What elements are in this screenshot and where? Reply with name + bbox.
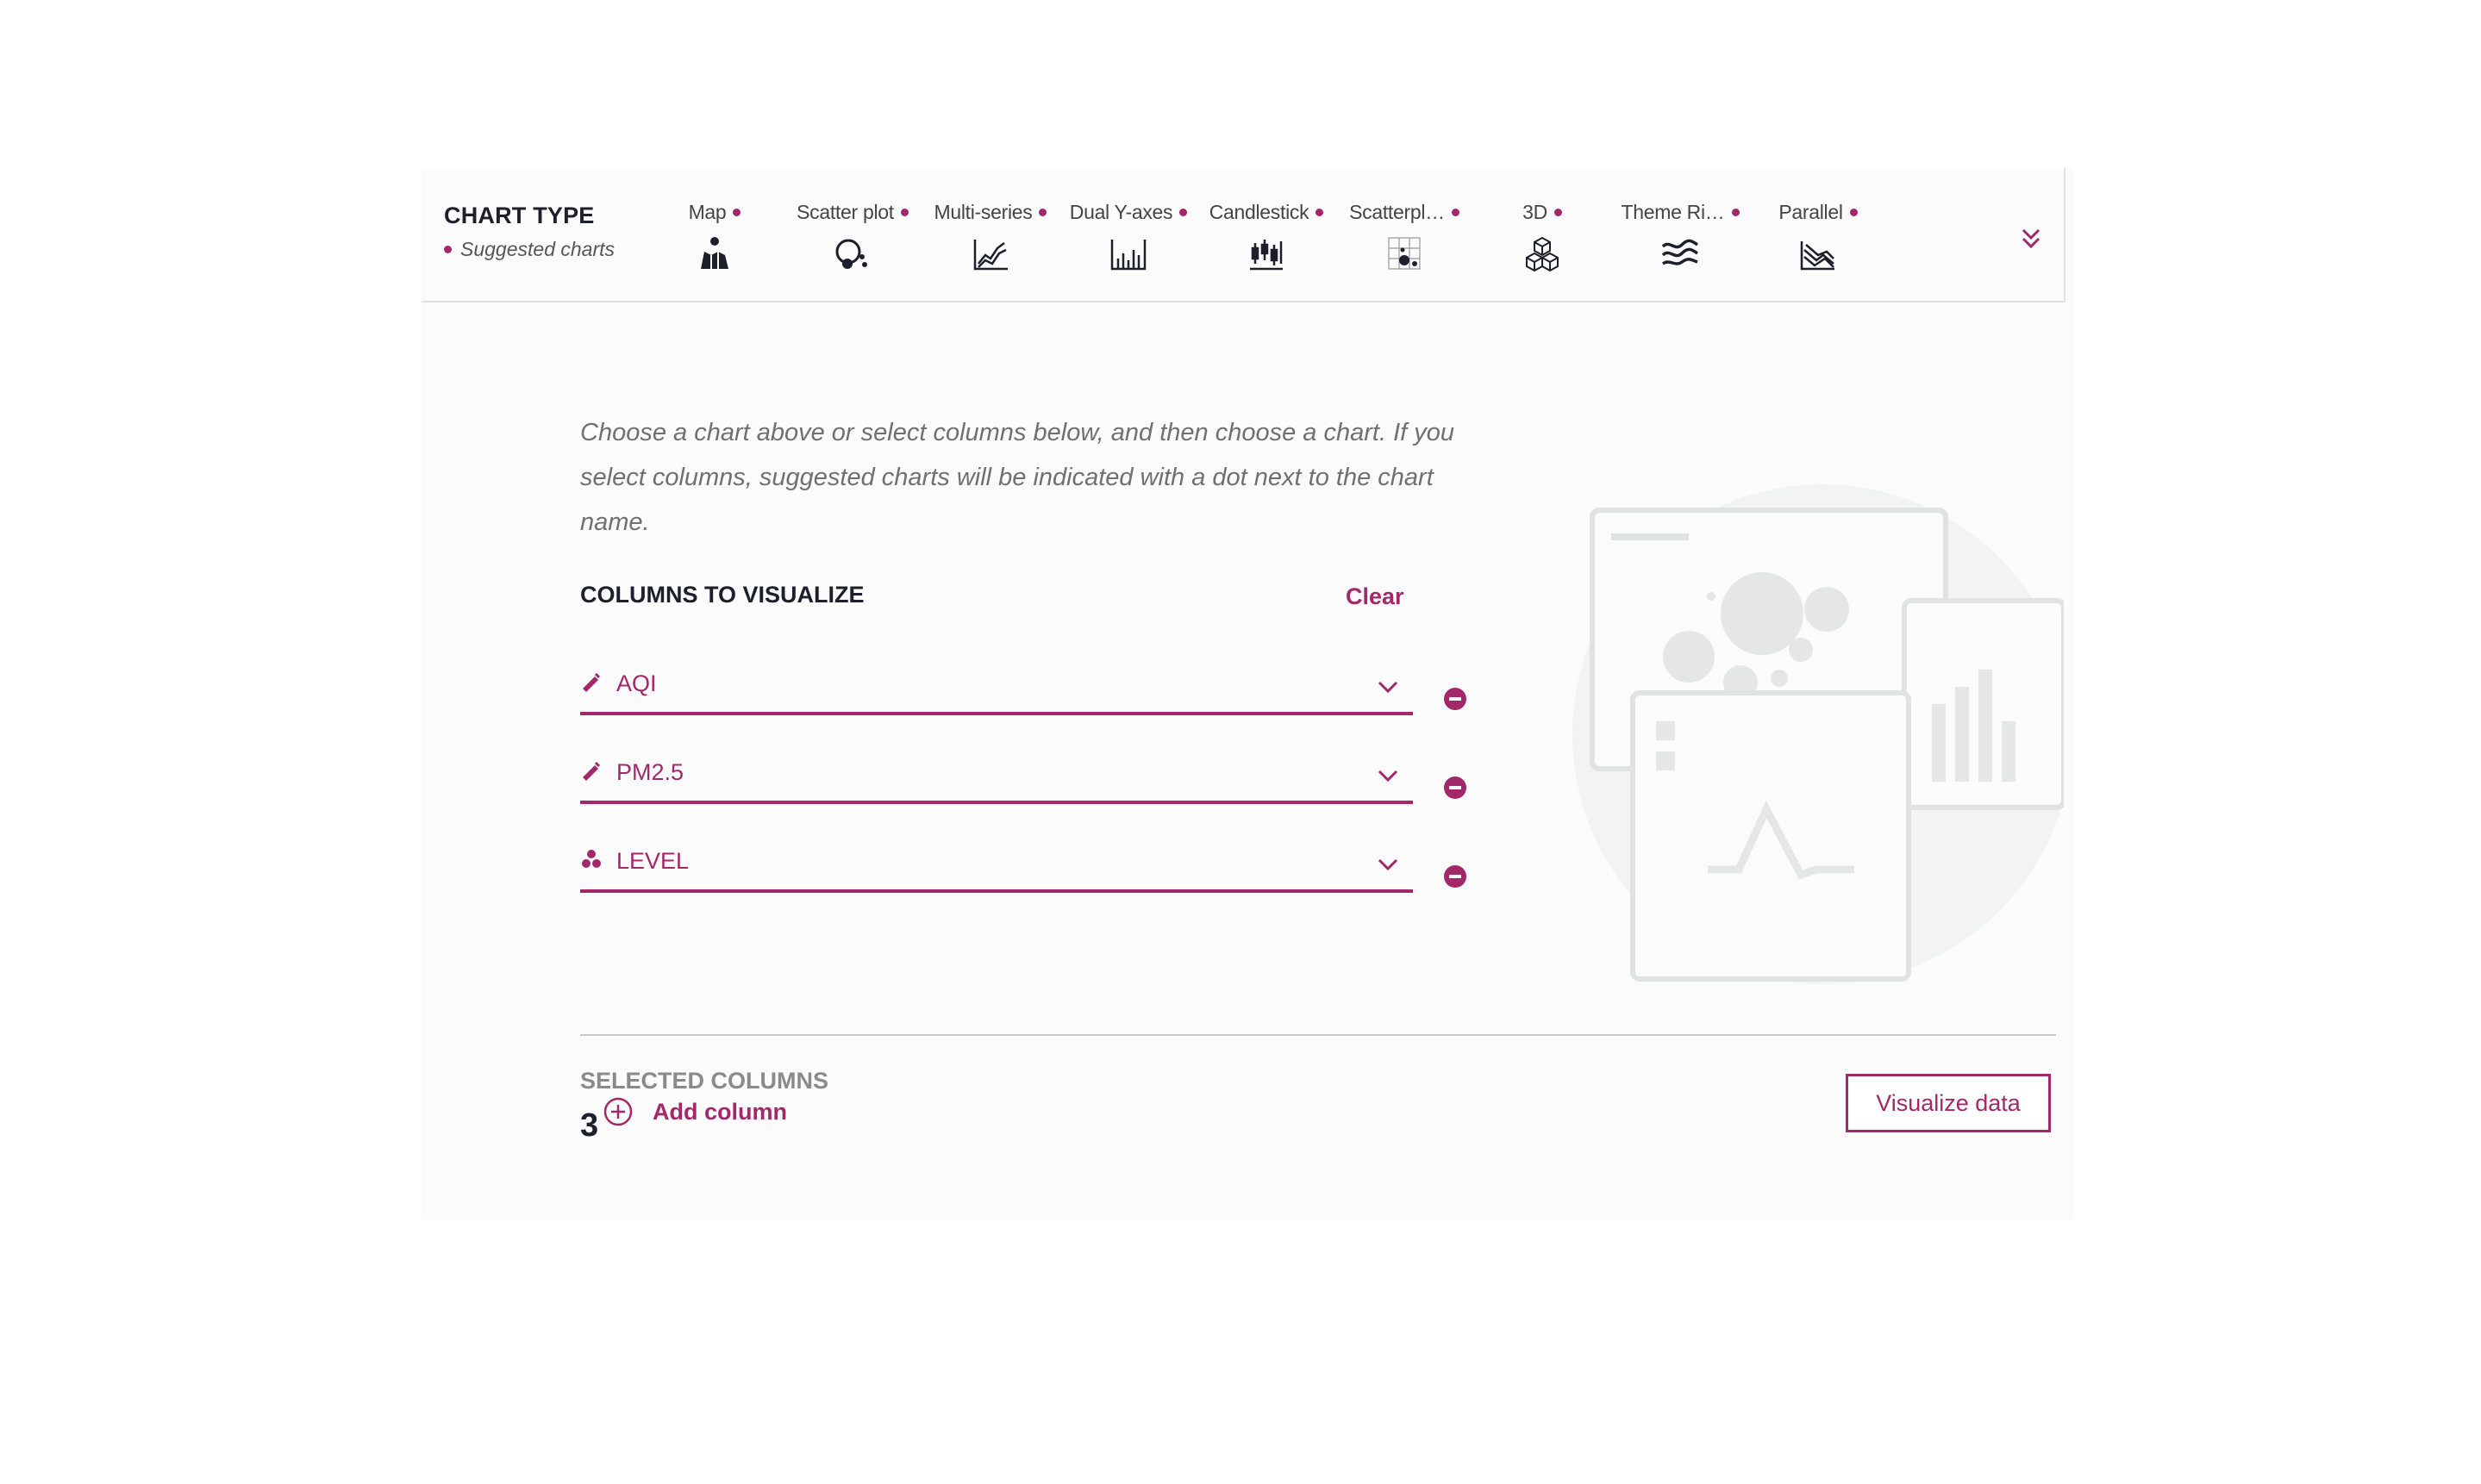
add-column-label: Add column <box>653 1098 787 1125</box>
multi-series-icon <box>972 234 1009 272</box>
column-select[interactable]: AQI <box>580 662 1413 715</box>
clear-button[interactable]: Clear <box>1346 583 1404 610</box>
parallel-icon <box>1799 234 1837 272</box>
suggested-charts-label: Suggested charts <box>460 238 616 260</box>
remove-column-icon[interactable] <box>1442 775 1468 801</box>
column-value: PM2.5 <box>616 759 684 785</box>
dual-y-axes-icon <box>1109 234 1147 272</box>
chevron-down-icon <box>1378 858 1398 871</box>
category-icon <box>580 848 603 870</box>
chart-type-label: Theme Ri… <box>1621 201 1725 223</box>
chart-type-label: Dual Y-axes <box>1069 201 1173 223</box>
column-row: LEVEL <box>580 839 1466 893</box>
scatter-plot-icon <box>834 234 872 272</box>
chevron-down-icon <box>1378 681 1398 694</box>
divider <box>580 1034 2056 1036</box>
visualization-illustration-icon <box>1572 484 2064 984</box>
column-value: LEVEL <box>616 848 690 874</box>
chart-type-scatter-plot[interactable]: Scatter plot <box>784 201 922 272</box>
3d-icon <box>1523 234 1561 272</box>
chart-type-bar: CHART TYPE Suggested charts Map Scatter … <box>422 168 2065 302</box>
suggested-dot-icon <box>1179 209 1188 216</box>
suggested-dot-icon <box>900 209 909 216</box>
suggested-dot-icon <box>1451 209 1459 216</box>
visualization-panel: CHART TYPE Suggested charts Map Scatter … <box>422 168 2074 1219</box>
chart-type-scatterplot-matrix[interactable]: Scatterpl… <box>1335 201 1473 272</box>
chart-type-label: Scatter plot <box>797 201 894 223</box>
column-row: PM2.5 <box>580 751 1466 804</box>
ruler-icon <box>580 670 603 693</box>
selected-columns-title: SELECTED COLUMNS <box>580 1068 829 1094</box>
chart-type-label: Scatterpl… <box>1349 201 1445 223</box>
ruler-icon <box>580 759 603 782</box>
suggested-dot-icon <box>733 209 741 216</box>
chart-type-3d[interactable]: 3D <box>1473 201 1611 272</box>
chart-type-dual-y-axes[interactable]: Dual Y-axes <box>1059 201 1197 272</box>
map-icon <box>696 234 734 272</box>
column-value: AQI <box>616 670 657 696</box>
suggested-dot-icon <box>1731 209 1740 216</box>
chart-type-parallel[interactable]: Parallel <box>1749 201 1887 272</box>
chart-type-label: Multi-series <box>934 201 1033 223</box>
column-row: AQI <box>580 662 1466 715</box>
chart-type-multi-series[interactable]: Multi-series <box>922 201 1059 272</box>
suggested-dot-icon <box>1553 209 1562 216</box>
add-column-button[interactable]: Add column <box>603 1096 787 1127</box>
column-select[interactable]: PM2.5 <box>580 751 1413 804</box>
double-chevron-down-icon <box>2022 228 2040 249</box>
visualize-data-button[interactable]: Visualize data <box>1846 1074 2051 1132</box>
theme-river-icon <box>1661 234 1699 272</box>
chart-type-theme-river[interactable]: Theme Ri… <box>1611 201 1749 272</box>
chart-type-label: Parallel <box>1778 201 1843 223</box>
suggested-charts-legend: Suggested charts <box>444 238 615 261</box>
chart-type-label: Candlestick <box>1209 201 1309 223</box>
selected-columns-count: 3 <box>580 1107 599 1144</box>
columns-to-visualize-title: COLUMNS TO VISUALIZE <box>580 582 865 608</box>
chart-type-candlestick[interactable]: Candlestick <box>1197 201 1335 272</box>
chart-type-heading: CHART TYPE Suggested charts <box>444 203 615 261</box>
expand-chart-types-button[interactable] <box>2016 225 2046 254</box>
scatterplot-matrix-icon <box>1385 234 1423 272</box>
candlestick-icon <box>1247 234 1285 272</box>
chart-type-title: CHART TYPE <box>444 203 595 228</box>
intro-text: Choose a chart above or select columns b… <box>580 419 1454 536</box>
chevron-down-icon <box>1378 770 1398 783</box>
suggested-dot-icon <box>1849 209 1858 216</box>
chart-type-map[interactable]: Map <box>646 201 784 272</box>
plus-circle-icon <box>603 1097 633 1126</box>
remove-column-icon[interactable] <box>1442 686 1468 712</box>
suggested-dot-icon <box>444 246 452 253</box>
suggested-dot-icon <box>1039 209 1047 216</box>
chart-type-label: 3D <box>1522 201 1547 223</box>
column-select[interactable]: LEVEL <box>580 839 1413 893</box>
chart-type-label: Map <box>688 201 727 223</box>
remove-column-icon[interactable] <box>1442 864 1468 889</box>
suggested-dot-icon <box>1315 209 1324 216</box>
